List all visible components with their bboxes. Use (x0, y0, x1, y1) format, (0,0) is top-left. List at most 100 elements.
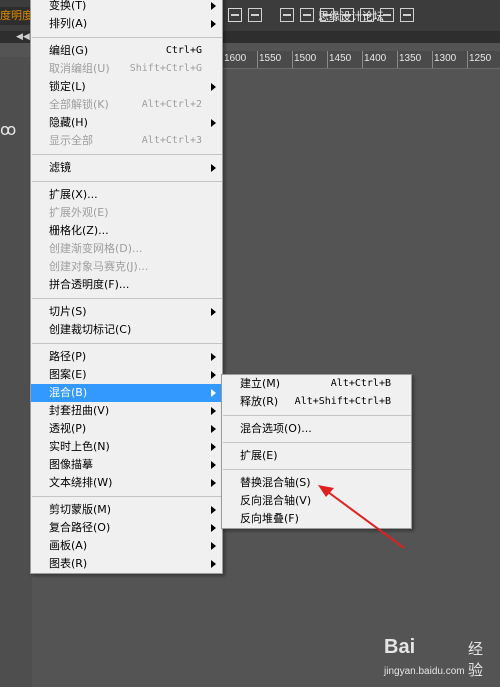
object-menu-item[interactable]: 切片(S) (31, 303, 222, 321)
lasso-icon[interactable]: ꝏ (0, 121, 16, 139)
object-menu-item[interactable]: 图像描摹 (31, 456, 222, 474)
watermark-site-title: 思缘设计论坛 (318, 10, 384, 23)
ruler-label: 1600 (224, 53, 247, 64)
collapse-panel-icon[interactable]: ◀◀ (16, 31, 30, 43)
shortcut-label: Ctrl+G (165, 45, 202, 56)
object-menu-item[interactable]: 实时上色(N) (31, 438, 222, 456)
object-menu-item[interactable]: 滤镜 (31, 159, 222, 177)
submenu-arrow-icon (211, 83, 216, 91)
blend-submenu-item[interactable]: 反向混合轴(V) (222, 492, 411, 510)
submenu-arrow-icon (211, 20, 216, 28)
blend-submenu: 建立(M) Alt+Ctrl+B 释放(R) Alt+Shift+Ctrl+B 混合选项… (221, 374, 412, 529)
object-menu-item-label: 排列(A) (49, 17, 88, 30)
submenu-arrow-icon (211, 461, 216, 469)
object-menu-item-label: 路径(P) (49, 350, 87, 363)
menu-separator (32, 496, 222, 497)
tools-panel: ꝏ (0, 57, 32, 687)
blend-submenu-item[interactable]: 释放(R) Alt+Shift+Ctrl+B (222, 393, 411, 411)
object-menu-item[interactable]: 复合路径(O) (31, 519, 222, 537)
blend-submenu-item[interactable]: 替换混合轴(S) (222, 474, 411, 492)
object-menu-item-label: 变换(T) (49, 0, 87, 12)
menu-separator (32, 343, 222, 344)
shortcut-label: Alt+Ctrl+3 (141, 135, 202, 146)
object-menu-item-label: 栅格化(Z)... (49, 224, 109, 237)
object-menu-item: 显示全部 Alt+Ctrl+3 (31, 132, 222, 150)
horizontal-ruler: 1600 1550 1500 1450 1400 1350 1300 1250 (220, 51, 500, 69)
align-icon[interactable] (280, 8, 294, 22)
object-menu-item[interactable]: 封套扭曲(V) (31, 402, 222, 420)
menu-separator (223, 415, 411, 416)
ruler-tick (467, 51, 468, 68)
object-menu-item[interactable]: 编组(G) Ctrl+G (31, 42, 222, 60)
menu-separator (223, 469, 411, 470)
submenu-arrow-icon (211, 119, 216, 127)
object-menu-item[interactable]: 变换(T) (31, 0, 222, 15)
baidu-watermark: Bai 经验 jingyan.baidu.com (384, 636, 484, 684)
object-menu-item[interactable]: 剪切蒙版(M) (31, 501, 222, 519)
blend-submenu-item[interactable]: 扩展(E) (222, 447, 411, 465)
object-menu-item-label: 文本绕排(W) (49, 476, 113, 489)
submenu-arrow-icon (211, 164, 216, 172)
submenu-arrow-icon (211, 560, 216, 568)
blend-submenu-item[interactable]: 建立(M) Alt+Ctrl+B (222, 375, 411, 393)
object-menu-item-label: 拼合透明度(F)... (49, 278, 130, 291)
object-menu-item-label: 扩展(X)... (49, 188, 98, 201)
object-menu-item[interactable]: 排列(A) (31, 15, 222, 33)
object-menu-item-label: 画板(A) (49, 539, 88, 552)
blend-submenu-item-label: 混合选项(O)... (240, 422, 312, 435)
ruler-label: 1300 (434, 53, 457, 64)
blend-submenu-item[interactable]: 反向堆叠(F) (222, 510, 411, 528)
object-menu-item-label: 图像描摹 (49, 458, 93, 471)
shortcut-label: Alt+Ctrl+2 (141, 99, 202, 110)
watermark-text: 经验 (468, 640, 484, 679)
align-icon[interactable] (300, 8, 314, 22)
submenu-arrow-icon (211, 371, 216, 379)
object-menu-item[interactable]: 图案(E) (31, 366, 222, 384)
object-menu-item[interactable]: 锁定(L) (31, 78, 222, 96)
object-menu-item-label: 复合路径(O) (49, 521, 111, 534)
menu-separator (32, 37, 222, 38)
submenu-arrow-icon (211, 2, 216, 10)
ruler-label: 1500 (294, 53, 317, 64)
submenu-arrow-icon (211, 389, 216, 397)
object-menu-item[interactable]: 拼合透明度(F)... (31, 276, 222, 294)
object-menu-item-label: 实时上色(N) (49, 440, 110, 453)
submenu-arrow-icon (211, 308, 216, 316)
object-menu-item-label: 滤镜 (49, 161, 71, 174)
baidu-logo: Bai (384, 636, 416, 658)
object-menu-item[interactable]: 透视(P) (31, 420, 222, 438)
align-icon[interactable] (248, 8, 262, 22)
shortcut-label: Shift+Ctrl+G (129, 63, 202, 74)
object-menu-item-label: 扩展外观(E) (49, 206, 109, 219)
submenu-arrow-icon (211, 407, 216, 415)
ruler-tick (257, 51, 258, 68)
object-menu-item[interactable]: 画板(A) (31, 537, 222, 555)
object-menu-item-label: 创建对象马赛克(J)... (49, 260, 149, 273)
object-menu-item: 扩展外观(E) (31, 204, 222, 222)
blend-submenu-item-label: 替换混合轴(S) (240, 476, 311, 489)
submenu-arrow-icon (211, 425, 216, 433)
object-menu-item[interactable]: 创建裁切标记(C) (31, 321, 222, 339)
submenu-arrow-icon (211, 443, 216, 451)
object-menu: 变换(T) 排列(A) 编组(G) Ctrl+G 取消编组(U) Shift+Ctrl+G… (30, 0, 223, 574)
object-menu-item[interactable]: 隐藏(H) (31, 114, 222, 132)
object-menu-item[interactable]: 混合(B) (31, 384, 222, 402)
object-menu-item-label: 取消编组(U) (49, 62, 110, 75)
menu-separator (223, 442, 411, 443)
ruler-label: 1250 (469, 53, 492, 64)
distribute-icon[interactable] (400, 8, 414, 22)
object-menu-item[interactable]: 扩展(X)... (31, 186, 222, 204)
ruler-tick (362, 51, 363, 68)
object-menu-item[interactable]: 图表(R) (31, 555, 222, 573)
opacity-label[interactable]: 度明度 (0, 7, 30, 25)
object-menu-item[interactable]: 路径(P) (31, 348, 222, 366)
object-menu-item-label: 图表(R) (49, 557, 88, 570)
blend-submenu-item[interactable]: 混合选项(O)... (222, 420, 411, 438)
object-menu-item-label: 锁定(L) (49, 80, 86, 93)
object-menu-item-label: 剪切蒙版(M) (49, 503, 112, 516)
object-menu-item[interactable]: 文本绕排(W) (31, 474, 222, 492)
ruler-label: 1550 (259, 53, 282, 64)
object-menu-item[interactable]: 栅格化(Z)... (31, 222, 222, 240)
submenu-arrow-icon (211, 506, 216, 514)
align-icon[interactable] (228, 8, 242, 22)
